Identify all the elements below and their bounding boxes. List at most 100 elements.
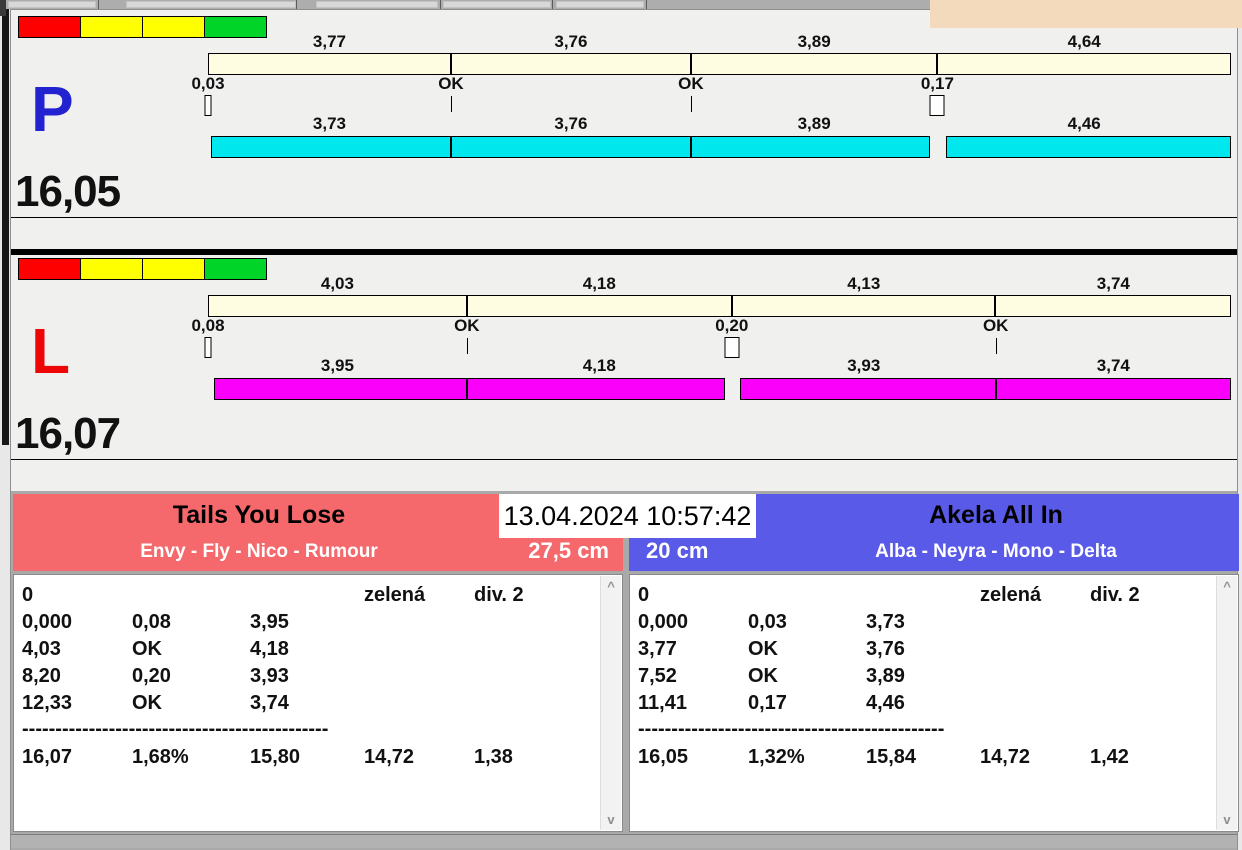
table-cell: 4,03 — [22, 636, 132, 663]
table-cell: 1,38 — [474, 744, 606, 771]
ok-tick-line — [691, 96, 692, 112]
table-cell: div. 2 — [1090, 582, 1222, 609]
fault-time-label: 0,17 — [921, 74, 954, 94]
results-table-body: 0zelenádiv. 20,0000,083,954,03OK4,188,20… — [14, 582, 600, 771]
time-bar-segment — [946, 136, 1231, 158]
table-row: 3,77OK3,76 — [630, 636, 1216, 663]
timing-window: P 16,05 3,773,763,894,64 0,03OKOK0,17 3,… — [10, 9, 1238, 850]
table-row: 0,0000,033,73 — [630, 609, 1216, 636]
ok-tick-line — [996, 338, 997, 354]
table-row: 0,0000,083,95 — [14, 609, 600, 636]
segment-divider — [936, 54, 938, 74]
segment-divider — [466, 296, 468, 316]
fault-marker-box — [724, 337, 739, 358]
summary-row: 16,071,68%15,8014,721,38 — [14, 744, 600, 771]
table-cell: 3,95 — [250, 609, 364, 636]
table-cell: 3,76 — [866, 636, 980, 663]
team-members: Alba - Neyra - Mono - Delta — [875, 541, 1117, 563]
status-color-segment — [18, 16, 81, 38]
results-table: 0zelenádiv. 20,0000,033,733,77OK3,767,52… — [629, 574, 1239, 832]
split-time-bottom-label: 3,93 — [847, 356, 880, 376]
scroll-down-icon[interactable]: v — [601, 812, 621, 827]
time-bar-segment — [214, 378, 467, 400]
scrollbar[interactable]: ^ v — [1216, 576, 1237, 830]
table-cell: 14,72 — [364, 744, 474, 771]
status-color-segment — [142, 258, 205, 280]
table-cell: 14,72 — [980, 744, 1090, 771]
results-table-body: 0zelenádiv. 20,0000,033,733,77OK3,767,52… — [630, 582, 1216, 771]
split-time-top-label: 3,77 — [313, 32, 346, 52]
table-cell: 0 — [22, 582, 132, 609]
lane-letter: L — [31, 319, 70, 383]
time-bar-segment — [691, 136, 930, 158]
table-cell: 0,000 — [638, 609, 748, 636]
table-cell: 16,05 — [638, 744, 748, 771]
table-cell: 11,41 — [638, 690, 748, 717]
fault-labels: 0,03OKOK0,17 — [208, 74, 1231, 92]
table-cell: 4,18 — [250, 636, 364, 663]
fault-marker-box — [205, 337, 212, 358]
split-time-bottom-label: 3,95 — [321, 356, 354, 376]
table-cell: 1,42 — [1090, 744, 1222, 771]
table-cell: OK — [748, 636, 866, 663]
bar-region: 3,773,763,894,64 0,03OKOK0,17 3,733,763,… — [208, 13, 1231, 163]
split-time-top-label: 4,18 — [583, 274, 616, 294]
table-cell: OK — [748, 663, 866, 690]
table-cell: 7,52 — [638, 663, 748, 690]
fault-markers — [208, 337, 1231, 357]
table-cell: 0,03 — [748, 609, 866, 636]
panel-underline — [11, 459, 1237, 460]
table-row: 0zelenádiv. 2 — [14, 582, 600, 609]
total-time: 16,07 — [15, 409, 120, 459]
split-time-bottom-label: 3,73 — [313, 114, 346, 134]
table-cell: 15,84 — [866, 744, 980, 771]
results-section: Tails You Lose Envy - Fly - Nico - Rumou… — [11, 491, 1237, 850]
background-window-block — [930, 0, 1242, 28]
status-color-segment — [18, 258, 81, 280]
bottom-time-bar — [208, 378, 1231, 400]
table-cell: 0,20 — [132, 663, 250, 690]
table-cell: OK — [132, 690, 250, 717]
split-time-top-label: 4,64 — [1068, 32, 1101, 52]
scrollbar[interactable]: ^ v — [600, 576, 621, 830]
team-panel-left: Tails You Lose Envy - Fly - Nico - Rumou… — [13, 494, 623, 829]
fault-time-label: OK — [454, 316, 480, 336]
top-split-labels: 3,773,763,894,64 — [208, 32, 1231, 50]
datetime-display: 13.04.2024 10:57:42 — [499, 494, 756, 538]
segment-divider — [450, 54, 452, 74]
fault-marker-box — [205, 95, 212, 116]
toolbar-edge — [0, 0, 932, 9]
fault-time-label: 0,03 — [191, 74, 224, 94]
table-cell: 4,46 — [866, 690, 980, 717]
fault-time-label: OK — [983, 316, 1009, 336]
scroll-up-icon[interactable]: ^ — [1217, 579, 1237, 594]
scroll-down-icon[interactable]: v — [1217, 812, 1237, 827]
total-time: 16,05 — [15, 167, 120, 217]
time-bar-segment — [211, 136, 451, 158]
lane-letter: P — [31, 77, 74, 141]
table-cell: 3,93 — [250, 663, 364, 690]
fault-marker-box — [930, 95, 945, 116]
time-bar-segment — [996, 378, 1231, 400]
table-cell: 16,07 — [22, 744, 132, 771]
bottom-bar — [11, 835, 1237, 848]
table-cell: 1,32% — [748, 744, 866, 771]
table-row: 7,52OK3,89 — [630, 663, 1216, 690]
segment-divider — [994, 296, 996, 316]
top-time-bar — [208, 53, 1231, 75]
fault-markers — [208, 95, 1231, 115]
team-panel-right: Akela All In Alba - Neyra - Mono - Delta… — [629, 494, 1239, 829]
table-cell: 15,80 — [250, 744, 364, 771]
table-cell: OK — [132, 636, 250, 663]
table-row: 4,03OK4,18 — [14, 636, 600, 663]
split-time-bottom-label: 4,18 — [583, 356, 616, 376]
scroll-up-icon[interactable]: ^ — [601, 579, 621, 594]
team-name: Tails You Lose — [173, 501, 345, 530]
bottom-split-labels: 3,733,763,894,46 — [208, 114, 1231, 132]
status-color-segment — [80, 16, 143, 38]
table-cell: 3,73 — [866, 609, 980, 636]
table-cell: 3,74 — [250, 690, 364, 717]
split-time-top-label: 3,74 — [1097, 274, 1130, 294]
time-bar-segment — [451, 136, 691, 158]
table-cell: 0 — [638, 582, 748, 609]
